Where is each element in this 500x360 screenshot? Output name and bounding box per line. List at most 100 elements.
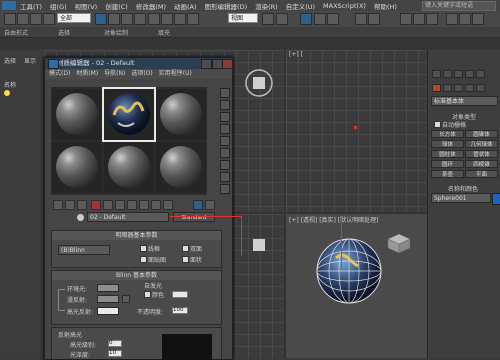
motion-tab-icon[interactable] xyxy=(465,70,474,78)
me-menu-modes[interactable]: 模式(D) xyxy=(49,69,70,79)
menu-rendering[interactable]: 渲染(R) xyxy=(251,1,282,11)
place-icon[interactable] xyxy=(187,13,199,25)
unlink-icon[interactable] xyxy=(43,13,55,25)
go-to-parent-icon[interactable] xyxy=(163,200,173,210)
two-sided-checkbox[interactable] xyxy=(182,245,189,252)
put-to-library-icon[interactable] xyxy=(115,200,125,210)
create-tab-icon[interactable] xyxy=(432,70,441,78)
viewcube-front-icon[interactable] xyxy=(244,68,274,98)
select-by-name-icon[interactable] xyxy=(108,13,120,25)
select-manipulate-icon[interactable] xyxy=(276,13,288,25)
snaps-toggle-icon[interactable] xyxy=(300,13,312,25)
rect-region-icon[interactable] xyxy=(121,13,133,25)
material-id-icon[interactable] xyxy=(127,200,137,210)
lights-icon[interactable] xyxy=(454,84,463,92)
menu-customize[interactable]: 自定义(U) xyxy=(282,1,319,11)
sample-slot[interactable] xyxy=(52,142,102,193)
show-end-result-icon[interactable] xyxy=(151,200,161,210)
ribbon-tab-object-paint[interactable]: 对象绘制 xyxy=(104,28,128,37)
diffuse-map-button[interactable] xyxy=(122,295,130,303)
pick-material-icon[interactable] xyxy=(205,200,215,210)
ribbon-tab-populate[interactable]: 填充 xyxy=(158,28,170,37)
rotate-icon[interactable] xyxy=(161,13,173,25)
video-color-check-icon[interactable] xyxy=(220,136,230,146)
put-to-scene-icon[interactable] xyxy=(65,200,75,210)
reference-coord-select[interactable]: 视图 xyxy=(228,13,258,23)
wireframe-sphere[interactable] xyxy=(314,236,384,306)
sample-slot-active[interactable] xyxy=(102,87,156,142)
search-input[interactable]: 键入关键字或短语 xyxy=(422,0,496,11)
percent-snap-icon[interactable] xyxy=(327,13,339,25)
cylinder-button[interactable]: 圆柱体 xyxy=(431,150,464,158)
viewcube-left-icon[interactable] xyxy=(244,230,274,260)
reset-map-icon[interactable] xyxy=(91,200,101,210)
eyedropper-icon[interactable] xyxy=(77,214,84,221)
pivot-icon[interactable] xyxy=(262,13,274,25)
render-frame-icon[interactable] xyxy=(459,13,471,25)
material-navigator-icon[interactable] xyxy=(220,184,230,194)
viewport-top[interactable]: [+] [ xyxy=(286,50,427,212)
window-crossing-icon[interactable] xyxy=(134,13,146,25)
schematic-icon[interactable] xyxy=(413,13,425,25)
ambient-color-swatch[interactable] xyxy=(97,284,119,292)
minimize-icon[interactable] xyxy=(201,59,212,69)
menu-graph-editors[interactable]: 图形编辑器(D) xyxy=(201,1,252,11)
diffuse-color-swatch[interactable] xyxy=(97,295,119,303)
torus-button[interactable]: 圆环 xyxy=(431,160,464,168)
make-preview-icon[interactable] xyxy=(220,148,230,158)
uv-tiling-icon[interactable] xyxy=(220,124,230,134)
move-icon[interactable] xyxy=(148,13,160,25)
background-icon[interactable] xyxy=(220,112,230,122)
make-unique-icon[interactable] xyxy=(103,200,113,210)
menu-maxscript[interactable]: MAXScript(X) xyxy=(319,2,370,10)
autogrid-checkbox[interactable] xyxy=(434,121,441,128)
object-category-select[interactable]: 标准基本体 xyxy=(431,96,498,106)
sample-type-icon[interactable] xyxy=(220,88,230,98)
material-type-button[interactable]: Standard xyxy=(173,212,215,222)
object-name-field[interactable]: Sphere001 xyxy=(431,193,491,203)
me-menu-navigation[interactable]: 导航(N) xyxy=(104,69,125,79)
mirror-icon[interactable] xyxy=(355,13,367,25)
selection-filter-select[interactable]: 全部 xyxy=(57,13,91,23)
sample-slot[interactable] xyxy=(52,89,102,140)
shapes-icon[interactable] xyxy=(443,84,452,92)
opacity-field[interactable]: 100 xyxy=(172,307,188,314)
self-illum-value-field[interactable] xyxy=(172,291,188,298)
glossiness-field[interactable]: 10 xyxy=(108,350,122,357)
faceted-checkbox[interactable] xyxy=(182,256,189,263)
menu-create[interactable]: 创建(C) xyxy=(101,1,132,11)
shader-select[interactable]: (B)Blinn xyxy=(58,245,110,255)
geometry-icon[interactable] xyxy=(432,84,441,92)
geosphere-button[interactable]: 几何球体 xyxy=(465,140,498,148)
backlight-icon[interactable] xyxy=(220,100,230,110)
self-illum-color-checkbox[interactable] xyxy=(144,291,151,298)
redo-icon[interactable] xyxy=(17,13,29,25)
select-by-material-icon[interactable] xyxy=(220,172,230,182)
sample-slot[interactable] xyxy=(156,142,206,193)
light-bulb-icon[interactable] xyxy=(4,90,10,96)
plane-button[interactable]: 平面 xyxy=(465,170,498,178)
helpers-icon[interactable] xyxy=(476,84,485,92)
shader-rollout-title[interactable]: 明暗器基本参数 xyxy=(52,231,221,240)
cameras-icon[interactable] xyxy=(465,84,474,92)
show-map-icon[interactable] xyxy=(139,200,149,210)
sample-slot[interactable] xyxy=(156,89,206,140)
tab-display[interactable]: 显示 xyxy=(24,56,36,65)
menu-animation[interactable]: 动画(A) xyxy=(170,1,201,11)
ribbon-tab-freeform[interactable]: 自由形式 xyxy=(4,28,28,37)
me-menu-options[interactable]: 选项(O) xyxy=(131,69,152,79)
close-icon[interactable] xyxy=(222,59,233,69)
render-setup-icon[interactable] xyxy=(446,13,458,25)
angle-snap-icon[interactable] xyxy=(314,13,326,25)
teapot-button[interactable]: 茶壶 xyxy=(431,170,464,178)
material-name-field[interactable]: 02 - Default xyxy=(87,212,169,222)
select-object-icon[interactable] xyxy=(95,13,107,25)
align-icon[interactable] xyxy=(368,13,380,25)
material-editor-icon[interactable] xyxy=(426,13,438,25)
render-icon[interactable] xyxy=(472,13,484,25)
scale-icon[interactable] xyxy=(174,13,186,25)
link-icon[interactable] xyxy=(30,13,42,25)
ribbon-tab-selection[interactable]: 选择 xyxy=(58,28,70,37)
undo-icon[interactable] xyxy=(4,13,16,25)
menu-views[interactable]: 视图(V) xyxy=(71,1,102,11)
